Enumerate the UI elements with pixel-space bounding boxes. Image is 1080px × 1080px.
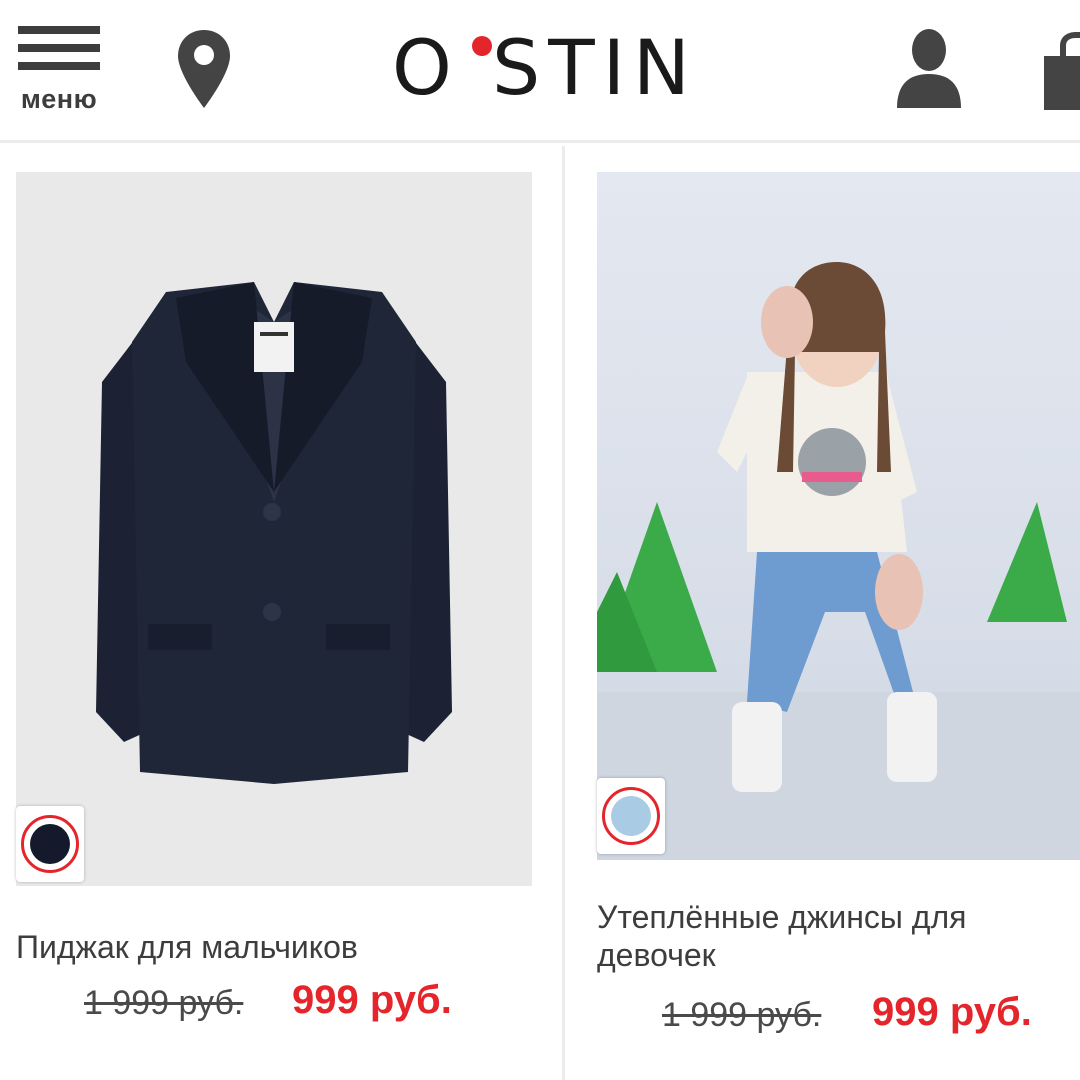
- product-title[interactable]: Пиджак для мальчиков: [16, 928, 536, 966]
- location-pin-icon[interactable]: [176, 28, 232, 110]
- product-image-jeans[interactable]: [597, 172, 1080, 860]
- swatch-ring: [21, 815, 79, 873]
- color-swatch[interactable]: [597, 778, 665, 854]
- menu-button[interactable]: меню: [16, 26, 102, 116]
- sale-price: 999 руб.: [292, 978, 452, 1022]
- hamburger-icon-line: [18, 44, 100, 52]
- price-row: 1 999 руб. 999 руб.: [662, 990, 1080, 1036]
- user-icon[interactable]: [893, 26, 965, 110]
- menu-label: меню: [20, 84, 98, 114]
- old-price: 1 999 руб.: [662, 996, 822, 1034]
- logo-dot: [472, 36, 492, 56]
- swatch-color: [30, 824, 70, 864]
- sale-price: 999 руб.: [872, 990, 1032, 1034]
- product-card[interactable]: Утеплённые джинсы для девочек 1 999 руб.…: [565, 146, 1080, 1080]
- product-card[interactable]: Пиджак для мальчиков 1 999 руб. 999 руб.: [0, 146, 562, 1080]
- logo-text: O STIN: [392, 23, 698, 112]
- product-title[interactable]: Утеплённые джинсы для девочек: [597, 898, 1067, 974]
- price-row: 1 999 руб. 999 руб.: [84, 978, 544, 1024]
- ostin-logo[interactable]: O STIN: [392, 28, 732, 108]
- hamburger-icon-line: [18, 62, 100, 70]
- swatch-color: [611, 796, 651, 836]
- old-price: 1 999 руб.: [84, 984, 244, 1022]
- color-swatch[interactable]: [16, 806, 84, 882]
- hamburger-icon: [18, 26, 100, 34]
- shopping-bag-icon[interactable]: [1042, 28, 1080, 112]
- product-image-blazer[interactable]: [16, 172, 532, 886]
- swatch-ring: [602, 787, 660, 845]
- top-header: меню O STIN: [0, 0, 1080, 143]
